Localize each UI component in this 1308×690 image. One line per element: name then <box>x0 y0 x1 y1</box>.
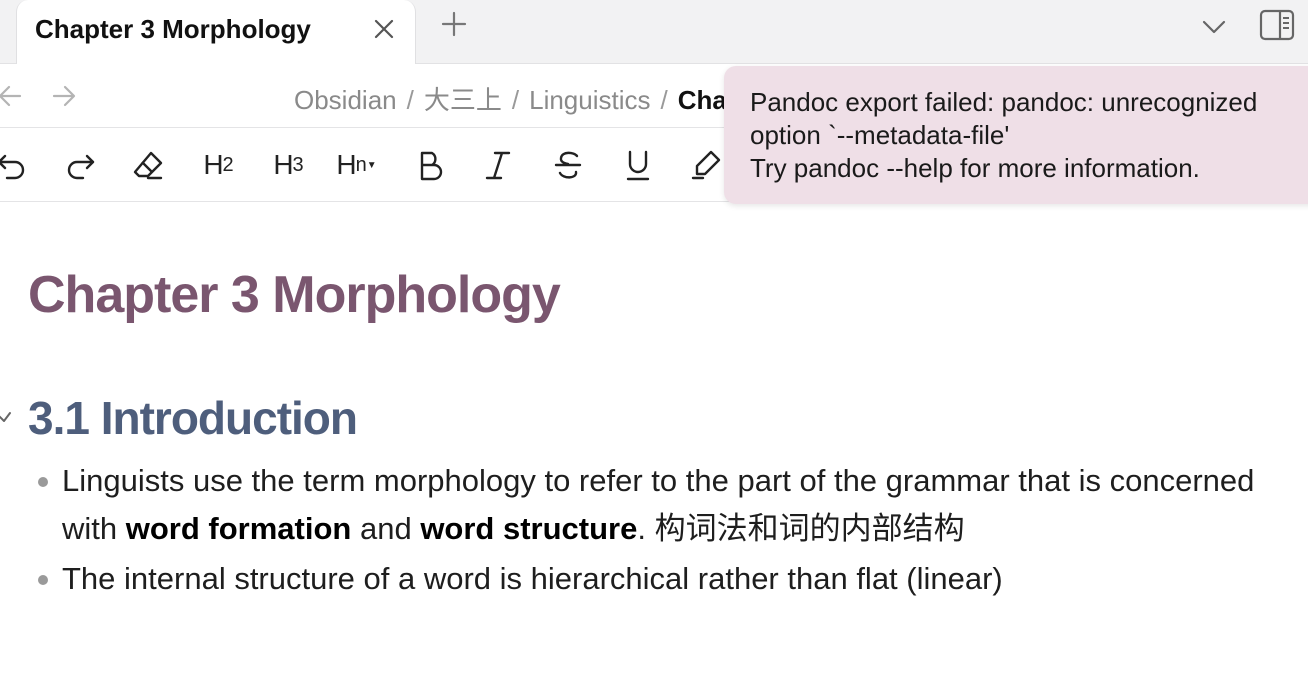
arrow-right-icon[interactable] <box>50 82 78 110</box>
chevron-down-icon[interactable] <box>1200 14 1228 38</box>
editor-content[interactable]: Chapter 3 Morphology 3.1 Introduction Li… <box>0 203 1308 690</box>
sidebar-toggle-icon[interactable] <box>1258 8 1296 42</box>
caret-down-icon: ▼ <box>366 159 377 171</box>
breadcrumb-separator: / <box>660 85 668 115</box>
document-heading-2: 3.1 Introduction <box>28 392 358 444</box>
heading-n-dropdown[interactable]: Hn ▼ <box>330 146 382 184</box>
list-item-text: and <box>351 511 421 546</box>
error-notice[interactable]: Pandoc export failed: pandoc: unrecogniz… <box>724 66 1308 204</box>
tab-bar: Chapter 3 Morphology <box>0 0 1308 64</box>
heading-3-sub: 3 <box>292 153 304 176</box>
bullet-dot <box>38 477 48 487</box>
underline-icon[interactable] <box>616 146 660 184</box>
heading-n-sub: n <box>355 153 367 176</box>
fold-chevron-icon[interactable] <box>0 409 12 425</box>
notice-line-3: Try pandoc --help for more information. <box>750 153 1200 183</box>
tab-title: Chapter 3 Morphology <box>35 14 311 44</box>
heading-3-label: H <box>273 149 293 180</box>
heading-2-sub: 2 <box>222 153 234 176</box>
arrow-left-icon[interactable] <box>0 82 24 110</box>
heading-2-button[interactable]: H2 <box>196 146 240 184</box>
close-icon[interactable] <box>371 16 397 42</box>
heading-n-label: H <box>336 149 356 180</box>
list-item-text: The internal structure of a word is hier… <box>62 561 1003 596</box>
breadcrumb-item-obsidian[interactable]: Obsidian <box>294 85 397 115</box>
redo-icon[interactable] <box>58 146 102 184</box>
bold-text: word structure <box>420 511 638 546</box>
strikethrough-icon[interactable] <box>546 146 590 184</box>
list-item-text: . 构词法和词的内部结构 <box>637 511 965 546</box>
breadcrumb-item-linguistics[interactable]: Linguistics <box>529 85 650 115</box>
undo-icon[interactable] <box>0 146 34 184</box>
highlighter-icon[interactable] <box>684 146 728 184</box>
heading-3-button[interactable]: H3 <box>266 146 310 184</box>
eraser-icon[interactable] <box>126 146 170 184</box>
breadcrumb-separator: / <box>511 85 520 115</box>
breadcrumb-separator: / <box>406 85 414 115</box>
notice-line-1: Pandoc export failed: pandoc: unrecogniz… <box>750 87 1258 117</box>
bullet-list: Linguists use the term morphology to ref… <box>36 457 1266 603</box>
breadcrumb-item-dasanshang[interactable]: 大三上 <box>424 85 502 115</box>
italic-icon[interactable] <box>476 146 520 184</box>
bold-text: word formation <box>125 511 352 546</box>
heading-2-label: H <box>203 149 223 180</box>
bullet-dot <box>38 575 48 585</box>
bold-icon[interactable] <box>408 146 452 184</box>
tab-chapter-3[interactable]: Chapter 3 Morphology <box>16 0 416 64</box>
list-item[interactable]: Linguists use the term morphology to ref… <box>36 457 1266 553</box>
notice-line-2: option `--metadata-file' <box>750 120 1010 150</box>
plus-icon[interactable] <box>440 10 468 38</box>
list-item[interactable]: The internal structure of a word is hier… <box>36 555 1266 603</box>
document-heading-1: Chapter 3 Morphology <box>28 266 561 324</box>
